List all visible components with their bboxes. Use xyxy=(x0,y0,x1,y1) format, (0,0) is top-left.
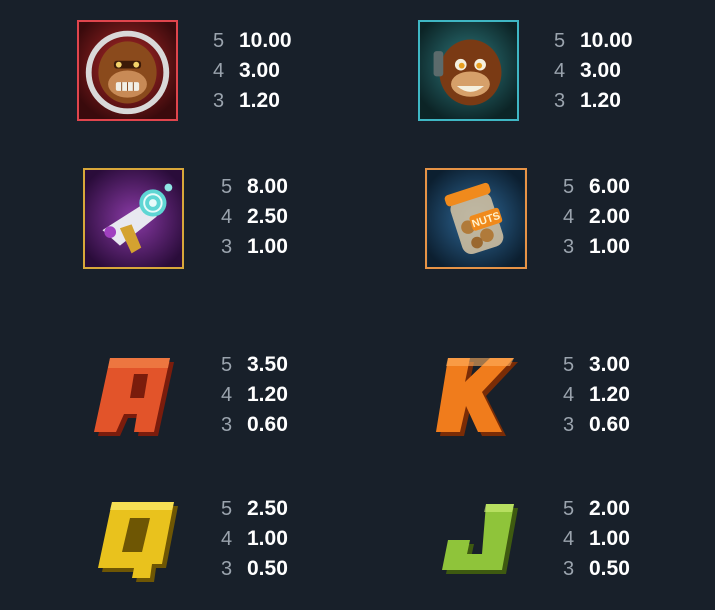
match-count: 4 xyxy=(213,60,225,82)
payout-value: 1.20 xyxy=(239,89,280,112)
payout-value: 1.00 xyxy=(589,527,630,550)
letter-j-icon xyxy=(434,498,522,586)
payout-value: 0.60 xyxy=(247,413,288,436)
blue-monkey-icon xyxy=(418,20,519,121)
pay-row-4: 4 1.20 xyxy=(221,380,331,410)
payout-value: 10.00 xyxy=(580,29,633,52)
red-monkey-pays: 5 10.00 4 3.00 3 1.20 xyxy=(213,26,323,116)
pay-row-5: 5 6.00 xyxy=(563,172,673,202)
payout-value: 1.20 xyxy=(580,89,621,112)
match-count: 5 xyxy=(563,354,575,376)
payout-value: 2.00 xyxy=(589,497,630,520)
match-count: 4 xyxy=(221,206,233,228)
match-count: 5 xyxy=(563,176,575,198)
payout-value: 3.00 xyxy=(239,59,280,82)
letter-a-icon xyxy=(90,352,182,442)
pay-row-3: 3 0.60 xyxy=(563,410,673,440)
pay-row-5: 5 2.00 xyxy=(563,494,673,524)
payout-value: 8.00 xyxy=(247,175,288,198)
payout-value: 0.50 xyxy=(589,557,630,580)
match-count: 4 xyxy=(221,528,233,550)
nuts-jar-pays: 5 6.00 4 2.00 3 1.00 xyxy=(563,172,673,262)
match-count: 4 xyxy=(221,384,233,406)
pay-row-5: 5 2.50 xyxy=(221,494,331,524)
match-count: 4 xyxy=(563,206,575,228)
match-count: 3 xyxy=(563,236,575,258)
pay-row-3: 3 0.60 xyxy=(221,410,331,440)
pay-row-4: 4 2.00 xyxy=(563,202,673,232)
payout-value: 1.00 xyxy=(247,527,288,550)
pay-row-3: 3 1.20 xyxy=(213,86,323,116)
pay-row-3: 3 0.50 xyxy=(563,554,673,584)
letter-a-pays: 5 3.50 4 1.20 3 0.60 xyxy=(221,350,331,440)
pay-row-4: 4 1.00 xyxy=(221,524,331,554)
letter-k-icon xyxy=(430,352,524,442)
match-count: 5 xyxy=(221,498,233,520)
payout-value: 1.00 xyxy=(589,235,630,258)
letter-j-pays: 5 2.00 4 1.00 3 0.50 xyxy=(563,494,673,584)
match-count: 4 xyxy=(554,60,566,82)
pay-row-3: 3 1.20 xyxy=(554,86,664,116)
blue-monkey-pays: 5 10.00 4 3.00 3 1.20 xyxy=(554,26,664,116)
payout-value: 0.50 xyxy=(247,557,288,580)
match-count: 3 xyxy=(554,90,566,112)
pay-row-5: 5 3.50 xyxy=(221,350,331,380)
pay-row-4: 4 3.00 xyxy=(213,56,323,86)
payout-value: 1.20 xyxy=(247,383,288,406)
payout-value: 0.60 xyxy=(589,413,630,436)
match-count: 3 xyxy=(221,236,233,258)
match-count: 4 xyxy=(563,384,575,406)
match-count: 3 xyxy=(563,558,575,580)
pay-row-4: 4 3.00 xyxy=(554,56,664,86)
payout-value: 2.00 xyxy=(589,205,630,228)
payout-value: 3.00 xyxy=(580,59,621,82)
payout-value: 1.00 xyxy=(247,235,288,258)
match-count: 4 xyxy=(563,528,575,550)
nuts-jar-icon: NUTS xyxy=(425,168,527,269)
payout-value: 6.00 xyxy=(589,175,630,198)
match-count: 5 xyxy=(221,176,233,198)
payout-value: 2.50 xyxy=(247,497,288,520)
pay-row-5: 5 10.00 xyxy=(213,26,323,56)
payout-value: 1.20 xyxy=(589,383,630,406)
ray-gun-pays: 5 8.00 4 2.50 3 1.00 xyxy=(221,172,331,262)
pay-row-4: 4 1.20 xyxy=(563,380,673,410)
match-count: 3 xyxy=(563,414,575,436)
pay-row-3: 3 1.00 xyxy=(563,232,673,262)
payout-value: 10.00 xyxy=(239,29,292,52)
letter-k-pays: 5 3.00 4 1.20 3 0.60 xyxy=(563,350,673,440)
pay-row-3: 3 1.00 xyxy=(221,232,331,262)
letter-q-pays: 5 2.50 4 1.00 3 0.50 xyxy=(221,494,331,584)
pay-row-3: 3 0.50 xyxy=(221,554,331,584)
payout-value: 3.00 xyxy=(589,353,630,376)
match-count: 5 xyxy=(213,30,225,52)
match-count: 5 xyxy=(221,354,233,376)
payout-value: 2.50 xyxy=(247,205,288,228)
match-count: 5 xyxy=(563,498,575,520)
pay-row-4: 4 2.50 xyxy=(221,202,331,232)
match-count: 3 xyxy=(221,558,233,580)
pay-row-5: 5 10.00 xyxy=(554,26,664,56)
pay-row-5: 5 3.00 xyxy=(563,350,673,380)
pay-row-5: 5 8.00 xyxy=(221,172,331,202)
letter-q-icon xyxy=(92,496,182,588)
pay-row-4: 4 1.00 xyxy=(563,524,673,554)
payout-value: 3.50 xyxy=(247,353,288,376)
match-count: 3 xyxy=(213,90,225,112)
red-monkey-icon xyxy=(77,20,178,121)
match-count: 5 xyxy=(554,30,566,52)
match-count: 3 xyxy=(221,414,233,436)
ray-gun-icon xyxy=(83,168,184,269)
